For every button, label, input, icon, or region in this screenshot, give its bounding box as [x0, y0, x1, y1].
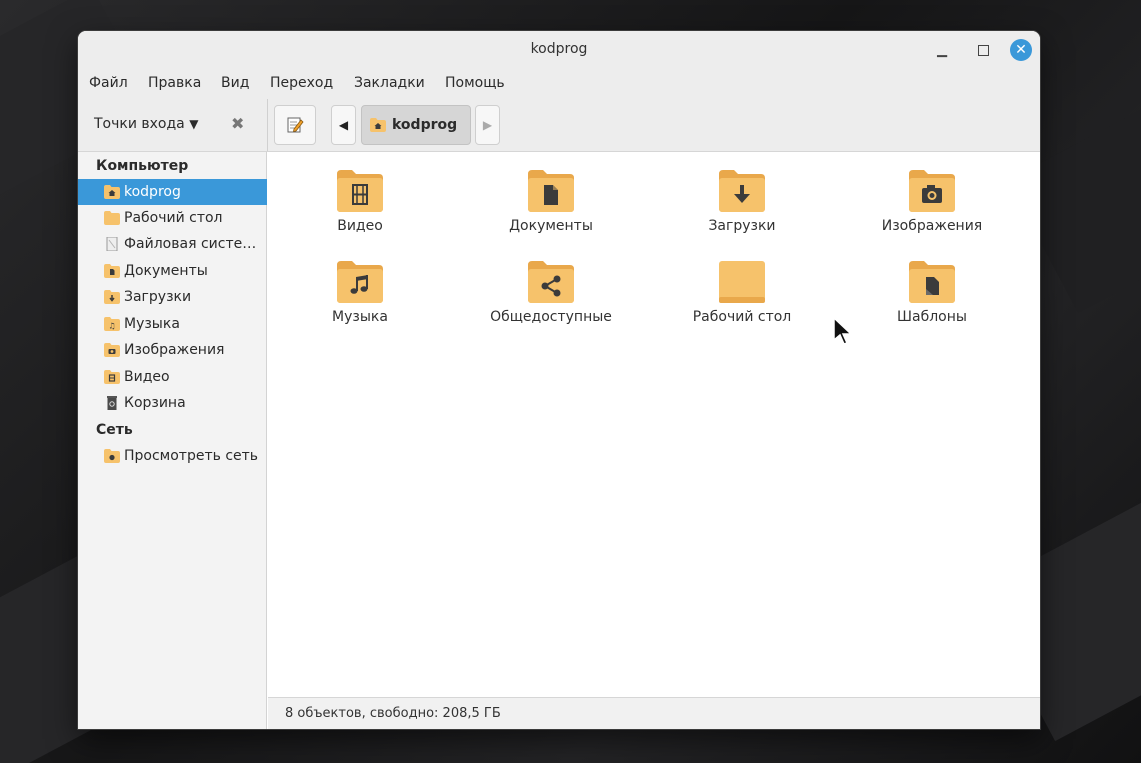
sidebar-item-home[interactable]: kodprog: [78, 179, 267, 205]
file-item-music[interactable]: Музыка: [285, 259, 435, 325]
sidebar-item-label: Музыка: [124, 316, 180, 332]
sidebar-item-browse-network[interactable]: Просмотреть сеть: [78, 443, 267, 469]
sidebar-item-label: Изображения: [124, 342, 225, 358]
templates-folder-icon: [909, 261, 955, 303]
sidebar-item-videos[interactable]: Видео: [78, 364, 267, 390]
file-item-label: Видео: [337, 218, 383, 234]
menu-view[interactable]: Вид: [221, 75, 249, 91]
home-folder-icon: [370, 118, 386, 132]
sidebar-item-label: Рабочий стол: [124, 210, 223, 226]
close-sidebar-button[interactable]: ✖: [231, 114, 244, 133]
videos-folder-icon: [337, 170, 383, 212]
close-button[interactable]: ✕: [1010, 39, 1032, 61]
minimize-button[interactable]: ▁: [931, 39, 953, 61]
sidebar-item-filesystem[interactable]: Файловая систе…: [78, 231, 267, 257]
file-item-label: Загрузки: [708, 218, 776, 234]
sidebar-item-downloads[interactable]: Загрузки: [78, 284, 267, 310]
places-label: Точки входа: [94, 116, 185, 132]
pictures-folder-icon: [104, 343, 120, 357]
forward-button[interactable]: ▶: [475, 105, 500, 145]
sidebar-item-label: Видео: [124, 369, 170, 385]
arrow-right-icon: ▶: [482, 118, 493, 132]
toggle-location-entry-button[interactable]: [274, 105, 316, 145]
file-item-templates[interactable]: Шаблоны: [857, 259, 1007, 325]
dropdown-arrow-icon: ▼: [189, 117, 199, 131]
file-item-public[interactable]: Общедоступные: [476, 259, 626, 325]
menu-bar: Файл Правка Вид Переход Закладки Помощь: [78, 69, 1040, 99]
sidebar: Компьютер kodprog Рабочий стол Файловая …: [78, 152, 267, 729]
sidebar-item-label: kodprog: [124, 184, 181, 200]
public-folder-icon: [528, 261, 574, 303]
documents-folder-icon: [104, 264, 120, 278]
file-item-label: Шаблоны: [897, 309, 967, 325]
downloads-folder-icon: [719, 170, 765, 212]
sidebar-item-label: Корзина: [124, 395, 186, 411]
desktop-folder-icon: [719, 261, 765, 303]
documents-folder-icon: [528, 170, 574, 212]
sidebar-item-pictures[interactable]: Изображения: [78, 337, 267, 363]
menu-go[interactable]: Переход: [270, 75, 333, 91]
pictures-folder-icon: [909, 170, 955, 212]
file-item-label: Общедоступные: [490, 309, 612, 325]
maximize-icon: [977, 44, 989, 56]
sidebar-item-label: Документы: [124, 263, 208, 279]
mouse-cursor-icon: [833, 316, 853, 345]
sidebar-item-label: Загрузки: [124, 289, 192, 305]
file-item-label: Музыка: [332, 309, 388, 325]
music-folder-icon: ♫: [104, 317, 120, 331]
window-title: kodprog: [530, 41, 588, 57]
sidebar-item-documents[interactable]: Документы: [78, 258, 267, 284]
edit-location-icon: [287, 117, 304, 133]
menu-bookmarks[interactable]: Закладки: [354, 75, 425, 91]
file-item-desktop[interactable]: Рабочий стол: [667, 259, 817, 325]
menu-help[interactable]: Помощь: [445, 75, 505, 91]
file-manager-window: kodprog ▁ ✕ Файл Правка Вид Переход Закл…: [78, 31, 1040, 729]
file-item-downloads[interactable]: Загрузки: [667, 168, 817, 234]
maximize-button[interactable]: [972, 39, 994, 61]
minimize-icon: ▁: [937, 42, 947, 58]
file-item-documents[interactable]: Документы: [476, 168, 626, 234]
music-folder-icon: [337, 261, 383, 303]
network-icon: [104, 449, 120, 463]
sidebar-item-trash[interactable]: Корзина: [78, 390, 267, 416]
sidebar-item-music[interactable]: ♫ Музыка: [78, 311, 267, 337]
home-folder-icon: [104, 185, 120, 199]
downloads-folder-icon: [104, 290, 120, 304]
status-text: 8 объектов, свободно: 208,5 ГБ: [285, 706, 501, 721]
breadcrumb-label: kodprog: [392, 117, 458, 133]
file-item-videos[interactable]: Видео: [285, 168, 435, 234]
back-button[interactable]: ◀: [331, 105, 356, 145]
drive-icon: [106, 237, 118, 251]
menu-edit[interactable]: Правка: [148, 75, 201, 91]
close-icon: ✖: [231, 114, 245, 133]
sidebar-header-network: Сеть: [96, 422, 133, 438]
videos-folder-icon: [104, 370, 120, 384]
arrow-left-icon: ◀: [338, 118, 349, 132]
toolbar-divider: [267, 99, 268, 151]
file-view[interactable]: Видео Документы Загрузки Изображения Муз…: [268, 152, 1040, 698]
toolbar: Точки входа ▼ ✖ ◀ kodprog ▶: [78, 99, 1040, 152]
breadcrumb-home[interactable]: kodprog: [361, 105, 471, 145]
file-item-label: Изображения: [881, 218, 983, 234]
places-selector[interactable]: Точки входа ▼: [94, 116, 198, 132]
sidebar-item-label: Файловая систе…: [124, 236, 257, 252]
file-item-label: Рабочий стол: [692, 309, 792, 325]
file-item-label: Документы: [509, 218, 593, 234]
desktop-folder-icon: [104, 211, 120, 225]
status-bar: 8 объектов, свободно: 208,5 ГБ: [268, 697, 1040, 729]
menu-file[interactable]: Файл: [89, 75, 128, 91]
close-icon: ✕: [1015, 42, 1027, 58]
trash-icon: [107, 396, 117, 410]
title-bar[interactable]: kodprog ▁ ✕: [78, 31, 1040, 69]
sidebar-item-label: Просмотреть сеть: [124, 448, 259, 464]
sidebar-header-computer: Компьютер: [96, 158, 189, 174]
sidebar-item-desktop[interactable]: Рабочий стол: [78, 205, 267, 231]
svg-text:♫: ♫: [108, 322, 115, 331]
file-item-pictures[interactable]: Изображения: [857, 168, 1007, 234]
